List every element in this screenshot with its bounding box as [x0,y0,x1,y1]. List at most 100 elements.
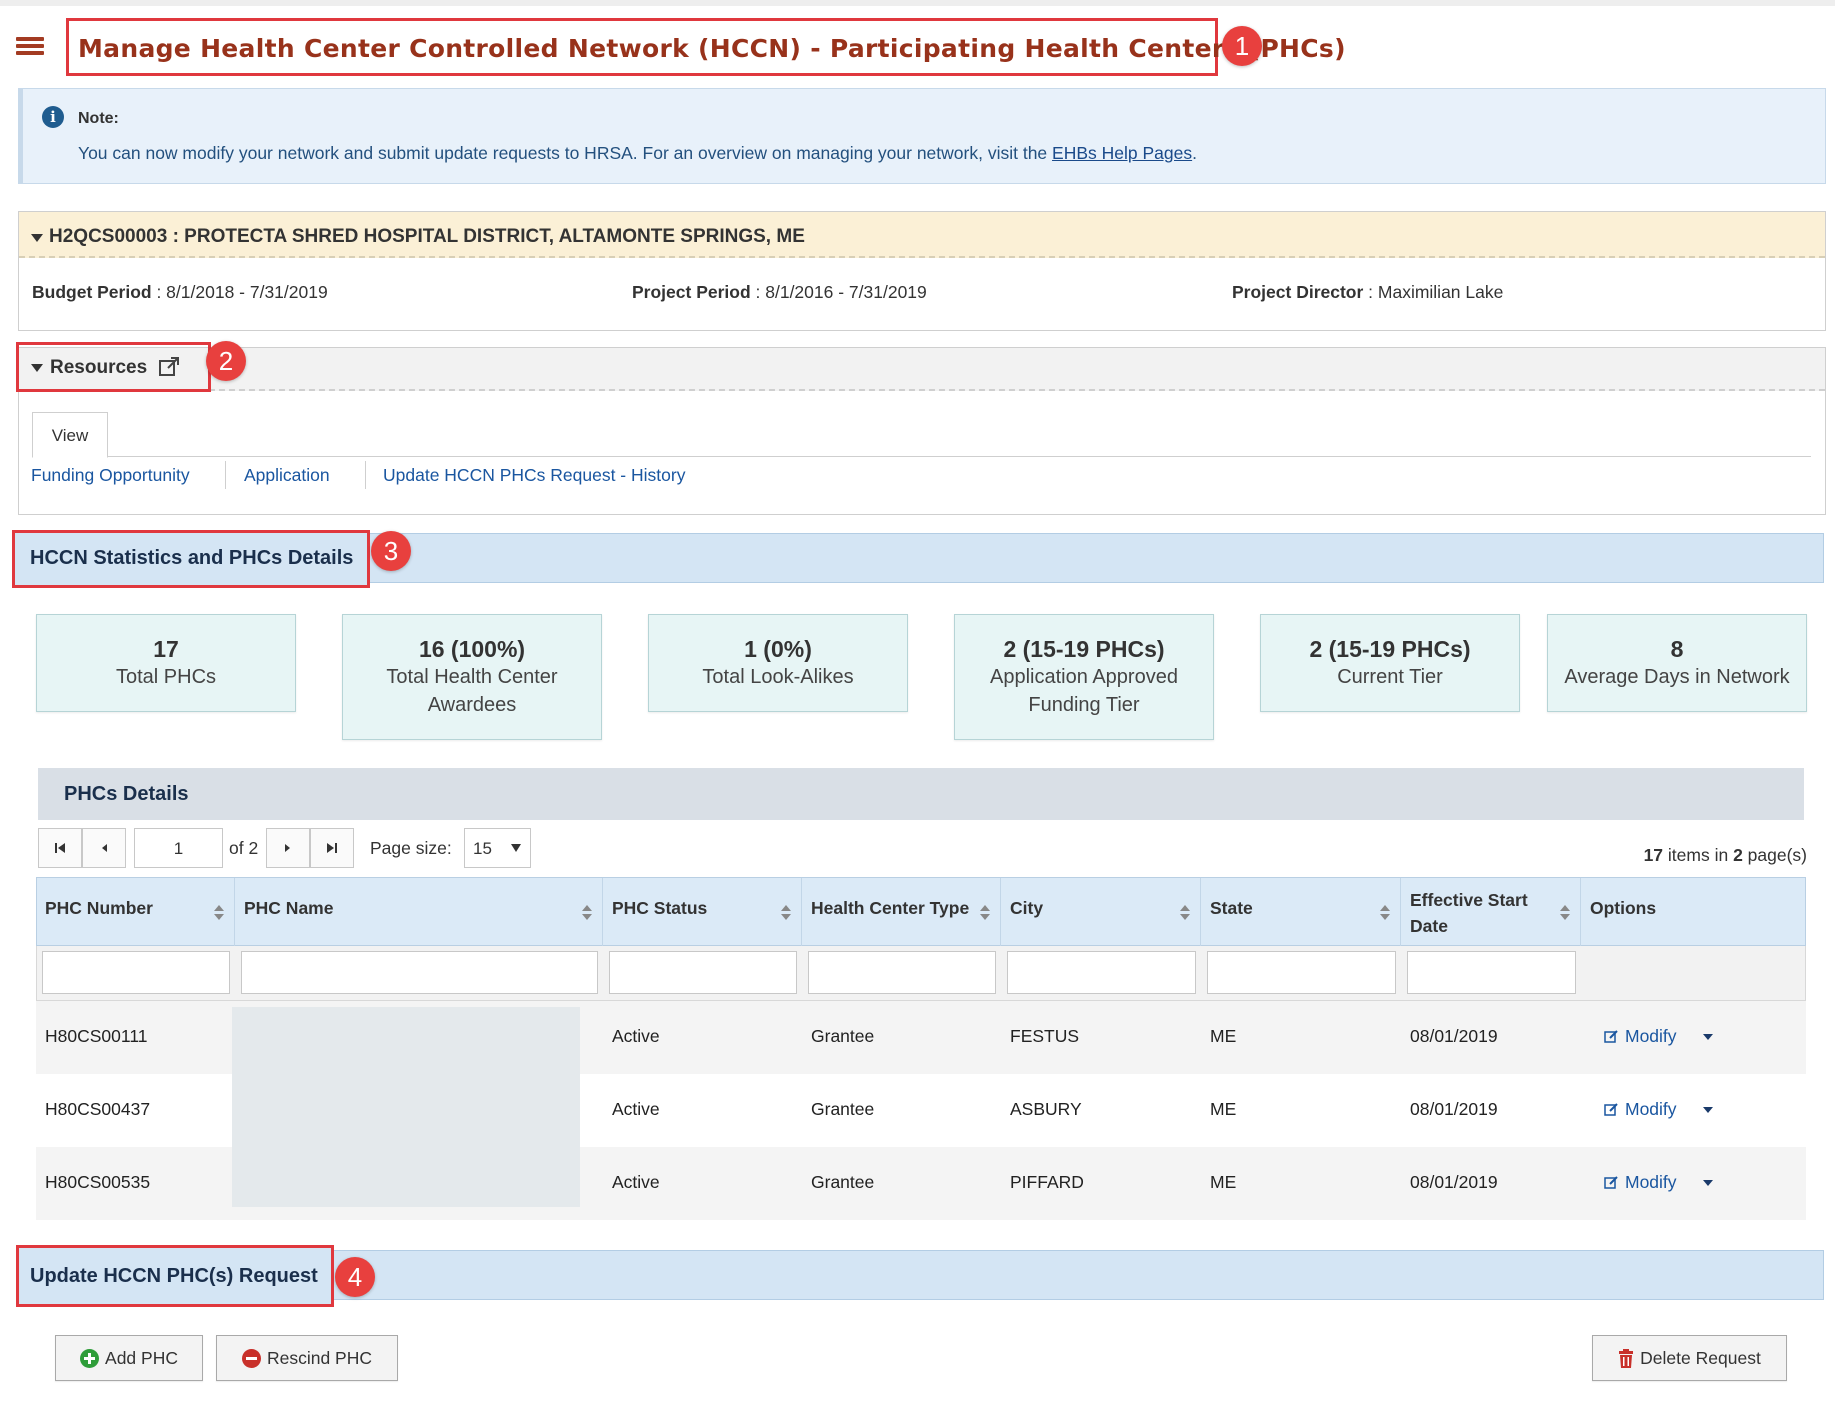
stat-value: 2 (15-19 PHCs) [1003,636,1165,662]
info-note [18,88,1826,184]
filter-phc-name-input[interactable] [241,951,598,994]
update-history-link[interactable]: Update HCCN PHCs Request - History [383,465,685,486]
page-size-select[interactable]: 15 [464,828,531,868]
sort-icon[interactable] [1380,905,1390,921]
last-page-icon [327,843,337,853]
modify-button[interactable]: Modify [1604,1172,1677,1193]
next-page-button[interactable] [266,828,310,868]
filter-phc-status-input[interactable] [609,951,797,994]
funding-opportunity-link[interactable]: Funding Opportunity [31,465,190,486]
column-header-label: PHC Name [244,898,334,918]
callout-1: 1 [1222,26,1262,66]
cell-phc-number: H80CS00111 [45,1026,148,1046]
page-number-input[interactable]: 1 [134,828,223,868]
sort-icon[interactable] [1180,905,1190,921]
filter-effective-start-date-input[interactable] [1407,951,1576,994]
rescind-phc-button[interactable]: Rescind PHC [216,1335,398,1381]
stat-label: Total PHCs [115,666,217,688]
column-header-phc-name[interactable]: PHC Name [235,878,603,946]
stat-card-current-tier: 2 (15-19 PHCs) Current Tier [1260,614,1520,712]
modify-label: Modify [1625,1026,1677,1046]
project-period: Project Period : 8/1/2016 - 7/31/2019 [632,282,927,303]
modify-button[interactable]: Modify [1604,1099,1677,1120]
stat-card-look-alikes: 1 (0%) Total Look-Alikes [648,614,908,712]
edit-icon [1604,1176,1618,1189]
cell-phc-status: Active [612,1172,660,1192]
sort-icon[interactable] [980,905,990,921]
first-page-button[interactable] [38,828,82,868]
sort-icon[interactable] [781,905,791,921]
stat-value: 17 [153,636,179,662]
column-header-phc-status[interactable]: PHC Status [603,878,802,946]
modify-button[interactable]: Modify [1604,1026,1677,1047]
budget-period: Budget Period : 8/1/2018 - 7/31/2019 [32,282,328,303]
stat-card-total-phcs: 17 Total PHCs [36,614,296,712]
external-link-icon[interactable] [158,356,180,378]
page-title: Manage Health Center Controlled Network … [66,18,1346,76]
budget-period-value: : 8/1/2018 - 7/31/2019 [151,282,328,302]
column-header-label: PHC Status [612,898,708,918]
tab-view[interactable]: View [32,412,108,458]
stat-label: Total Health Center Awardees [386,666,558,716]
stat-label: Total Look-Alikes [702,666,854,688]
stat-value: 2 (15-19 PHCs) [1309,636,1471,662]
column-header-health-center-type[interactable]: Health Center Type [802,878,1001,946]
pages-count: 2 [1733,845,1743,865]
resources-header[interactable] [19,348,1825,391]
edit-icon [1604,1103,1618,1116]
next-page-icon [285,844,290,852]
note-body: You can now modify your network and subm… [78,143,1053,163]
resources-title[interactable]: Resources [50,357,147,379]
tab-underline [108,456,1811,457]
trash-icon [1619,1348,1634,1368]
callout-4: 4 [335,1257,375,1297]
note-suffix: . [1192,143,1197,163]
stat-card-average-days: 8 Average Days in Network [1547,614,1807,712]
previous-page-icon [102,844,107,852]
project-director-label: Project Director [1232,282,1364,302]
phcs-details-title: PHCs Details [38,768,1804,820]
redacted-phc-names [232,1007,580,1207]
options-dropdown-icon[interactable] [1703,1107,1713,1113]
filter-health-center-type-input[interactable] [808,951,996,994]
cell-health-center-type: Grantee [811,1099,875,1119]
options-dropdown-icon[interactable] [1703,1180,1713,1186]
sort-icon[interactable] [1560,905,1570,921]
filter-city-input[interactable] [1007,951,1196,994]
plus-circle-icon [80,1348,100,1368]
grant-header[interactable]: H2QCS00003 : PROTECTA SHRED HOSPITAL DIS… [19,212,1825,258]
delete-request-button[interactable]: Delete Request [1592,1335,1787,1381]
budget-period-label: Budget Period [32,282,152,302]
sort-icon[interactable] [582,905,592,921]
caret-down-icon [31,234,43,242]
cell-phc-number: H80CS00437 [45,1099,151,1119]
previous-page-button[interactable] [82,828,126,868]
dropdown-arrow-icon [511,844,521,852]
cell-city: FESTUS [1010,1026,1080,1046]
filter-state-input[interactable] [1207,951,1396,994]
callout-2: 2 [206,341,246,381]
rescind-phc-label: Rescind PHC [266,1347,373,1368]
add-phc-button[interactable]: Add PHC [55,1335,203,1381]
stat-card-awardees: 16 (100%) Total Health Center Awardees [342,614,602,740]
info-icon: i [42,106,64,128]
callout-3: 3 [371,531,411,571]
menu-icon[interactable] [16,37,44,59]
ehbs-help-link[interactable]: EHBs Help Pages [1052,143,1192,163]
column-header-city[interactable]: City [1001,878,1201,946]
application-link[interactable]: Application [244,465,330,486]
project-period-value: : 8/1/2016 - 7/31/2019 [750,282,927,302]
cell-phc-number: H80CS00535 [45,1172,151,1192]
column-header-state[interactable]: State [1201,878,1401,946]
column-header-phc-number[interactable]: PHC Number [36,878,235,946]
items-count: 17 [1643,845,1664,865]
column-header-effective-start-date[interactable]: Effective Start Date [1401,878,1581,946]
last-page-button[interactable] [310,828,354,868]
filter-phc-number-input[interactable] [42,951,230,994]
sort-icon[interactable] [214,905,224,921]
project-period-label: Project Period [632,282,751,302]
stat-value: 16 (100%) [418,636,526,662]
note-label: Note: [78,110,119,127]
options-dropdown-icon[interactable] [1703,1034,1713,1040]
stat-label: Average Days in Network [1564,666,1790,688]
